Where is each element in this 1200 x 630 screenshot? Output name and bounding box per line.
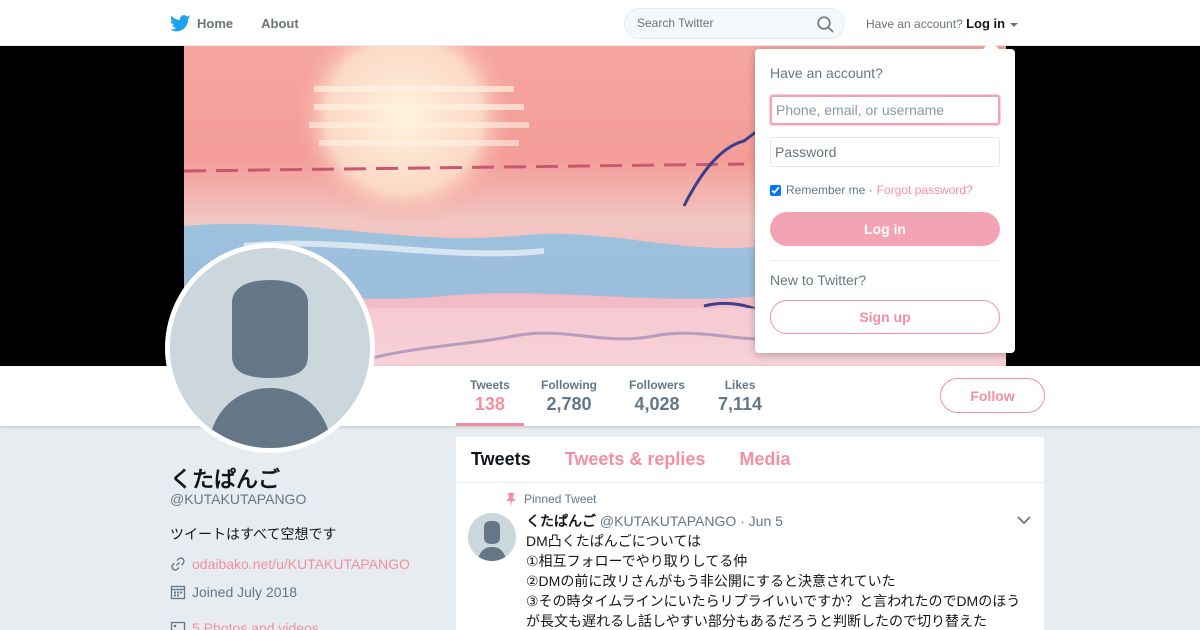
tweet-line: ③その時タイムラインにいたらリプライいいですか？と言われたのでDMのほう bbox=[526, 593, 1021, 609]
chevron-down-icon[interactable] bbox=[1017, 516, 1031, 525]
default-avatar-icon bbox=[468, 513, 516, 561]
forgot-password-link[interactable]: Forgot password? bbox=[877, 183, 973, 197]
follow-button[interactable]: Follow bbox=[940, 378, 1045, 413]
stat-label: Tweets bbox=[470, 378, 510, 392]
link-icon bbox=[171, 557, 185, 571]
stat-label: Likes bbox=[724, 378, 756, 392]
photo-icon bbox=[170, 621, 186, 630]
tweet-line: が長文も遅れるし話しやすい部分もあるだろうと判断したので切り替えた bbox=[526, 613, 988, 629]
tweet-author-name[interactable]: くたぱんご bbox=[526, 513, 596, 529]
twitter-bird-icon bbox=[170, 14, 191, 31]
profile-name[interactable]: くたぱんご bbox=[170, 462, 280, 494]
login-dropdown: Have an account? Remember me · Forgot pa… bbox=[755, 41, 1015, 353]
stat-value: 7,114 bbox=[718, 394, 763, 414]
nav-about-label: About bbox=[261, 15, 299, 31]
remember-checkbox[interactable] bbox=[770, 184, 781, 196]
website-link[interactable]: odaibako.net/u/KUTAKUTAPANGO bbox=[192, 556, 410, 572]
signup-button[interactable]: Sign up bbox=[770, 300, 1000, 334]
username-field[interactable] bbox=[770, 95, 1000, 125]
pinned-text: Pinned Tweet bbox=[524, 492, 597, 506]
profile-handle[interactable]: @KUTAKUTAPANGO bbox=[170, 491, 306, 507]
pin-icon bbox=[506, 492, 516, 506]
profile-avatar[interactable] bbox=[165, 243, 375, 453]
calendar-icon bbox=[170, 585, 186, 600]
nav-home-label: Home bbox=[197, 15, 234, 31]
nav-links: Home About bbox=[170, 0, 327, 46]
tweet-author-handle[interactable]: @KUTAKUTAPANGO bbox=[600, 513, 736, 529]
search-box bbox=[624, 8, 845, 39]
stat-value: 2,780 bbox=[546, 394, 592, 414]
password-field[interactable] bbox=[770, 137, 1000, 167]
tab-tweets[interactable]: Tweets bbox=[471, 449, 531, 470]
tweet-line: ②DMの前に改リさんがもう非公開にすると決意されていた bbox=[526, 573, 896, 589]
tweet-header: くたぱんご @KUTAKUTAPANGO · Jun 5 bbox=[526, 511, 783, 531]
timeline-tabs: Tweets Tweets & replies Media bbox=[456, 437, 1044, 483]
tweet-line: ①相互フォローでやり取りしてる仲 bbox=[526, 553, 748, 569]
login-toggle[interactable]: Have an account? Log in bbox=[866, 16, 1019, 31]
timeline: Tweets Tweets & replies Media Pinned Twe… bbox=[456, 437, 1044, 630]
photos-link[interactable]: 5 Photos and videos bbox=[192, 620, 319, 630]
stat-following[interactable]: Following 2,780 bbox=[541, 378, 597, 415]
tweet-date[interactable]: · Jun 5 bbox=[740, 513, 783, 529]
joined-text: Joined July 2018 bbox=[192, 584, 298, 600]
remember-row: Remember me · Forgot password? bbox=[770, 183, 973, 197]
tab-tweets-replies[interactable]: Tweets & replies bbox=[565, 449, 706, 470]
search-input[interactable] bbox=[637, 16, 807, 30]
login-link[interactable]: Log in bbox=[966, 16, 1005, 31]
default-avatar-icon bbox=[170, 248, 370, 448]
search-icon[interactable] bbox=[817, 16, 834, 33]
tweet-line: DM凸くたぱんごについては bbox=[526, 533, 702, 549]
tab-media[interactable]: Media bbox=[739, 449, 790, 470]
stat-label: Followers bbox=[629, 378, 686, 392]
stat-followers[interactable]: Followers 4,028 bbox=[629, 378, 685, 415]
top-nav: Home About Have an account? Log in bbox=[0, 0, 1200, 46]
login-dropdown-title: Have an account? bbox=[770, 65, 883, 81]
login-button[interactable]: Log in bbox=[770, 212, 1000, 246]
tweet-avatar[interactable] bbox=[468, 513, 516, 561]
profile-photos[interactable]: 5 Photos and videos bbox=[170, 620, 319, 630]
remember-label[interactable]: Remember me bbox=[786, 183, 865, 197]
nav-home[interactable]: Home bbox=[170, 14, 234, 32]
tweet-text: DM凸くたぱんごについては ①相互フォローでやり取りしてる仲 ②DMの前に改リさ… bbox=[526, 531, 1031, 630]
stat-value: 138 bbox=[474, 394, 505, 414]
nav-about[interactable]: About bbox=[261, 16, 299, 31]
divider bbox=[770, 260, 1000, 261]
profile-bio: ツイートはすべて空想です bbox=[170, 526, 337, 542]
new-to-twitter-text: New to Twitter? bbox=[770, 272, 867, 288]
caret-down-icon bbox=[1010, 22, 1019, 27]
stat-likes[interactable]: Likes 7,114 bbox=[718, 378, 762, 415]
profile-joined: Joined July 2018 bbox=[170, 584, 297, 600]
separator-dot: · bbox=[865, 183, 873, 197]
stat-value: 4,028 bbox=[634, 394, 680, 414]
profile-website[interactable]: odaibako.net/u/KUTAKUTAPANGO bbox=[170, 556, 410, 572]
have-account-text: Have an account? bbox=[866, 17, 963, 31]
pinned-tweet-label: Pinned Tweet bbox=[506, 492, 597, 506]
stat-label: Following bbox=[541, 378, 597, 392]
stat-tweets[interactable]: Tweets 138 bbox=[456, 378, 524, 426]
